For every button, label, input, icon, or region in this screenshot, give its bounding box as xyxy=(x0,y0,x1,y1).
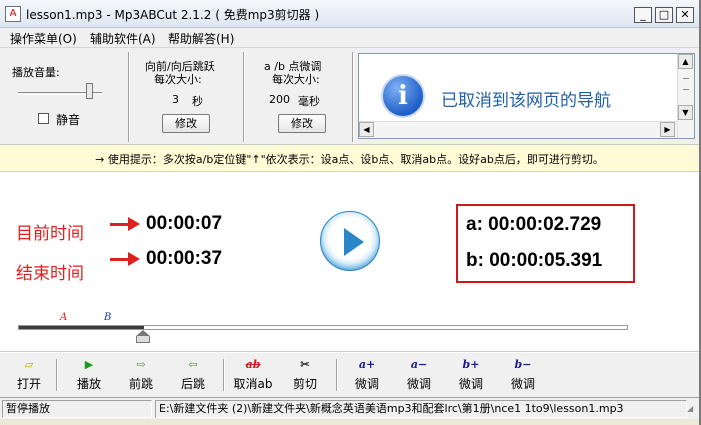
current-time-label: 目前时间 xyxy=(16,224,84,244)
current-time: 00:00:07 xyxy=(146,213,223,234)
file-path: E:\新建文件夹 (2)\新建文件夹\新概念英语美语mp3和配套lrc\第1册\… xyxy=(155,400,687,418)
b-marker: B xyxy=(104,312,112,323)
open-button[interactable]: ▱ 打开 xyxy=(6,357,52,395)
title-bar[interactable]: A lesson1.mp3 - Mp3ABCut 2.1.2 ( 免费mp3剪切… xyxy=(0,0,699,28)
mute-label: 静音 xyxy=(56,113,81,127)
tip-bar: → 使用提示：多次按a/b定位键"↑"依次表示：设a点、设b点、取消ab点。设好… xyxy=(0,145,699,172)
b-minus-button[interactable]: b− 微调 xyxy=(500,357,546,395)
played-progress xyxy=(19,326,144,329)
arrow-icon xyxy=(110,223,130,226)
ab-points-box: a: 00:00:02.729 b: 00:00:05.391 xyxy=(456,204,635,283)
navigation-cancelled-message: 已取消到该网页的导航 xyxy=(441,91,611,111)
forward-button[interactable]: ⇨ 前跳 xyxy=(118,357,164,395)
divider xyxy=(352,52,354,142)
maximize-button[interactable]: □ xyxy=(655,7,673,23)
fine-unit: 毫秒 xyxy=(298,95,320,108)
b-minus-icon: b− xyxy=(514,358,532,371)
folder-icon: ▱ xyxy=(24,358,34,371)
cut-label: 剪切 xyxy=(292,377,317,391)
scroll-left-icon[interactable]: ◀ xyxy=(359,122,374,137)
minimize-button[interactable]: _ xyxy=(634,7,652,23)
a-point-time: a: 00:00:02.729 xyxy=(466,214,602,235)
back-button[interactable]: ⇦ 后跳 xyxy=(170,357,216,395)
usage-tip: → 使用提示：多次按a/b定位键"↑"依次表示：设a点、设b点、取消ab点。设好… xyxy=(95,153,604,166)
cancel-ab-button[interactable]: ab 取消ab xyxy=(230,357,276,395)
play-label: 播放 xyxy=(76,377,101,391)
fine-subtitle: 每次大小: xyxy=(272,73,320,86)
app-icon[interactable]: A xyxy=(5,6,21,22)
a-minus-button[interactable]: a− 微调 xyxy=(396,357,442,395)
info-icon: i xyxy=(381,74,425,118)
horizontal-scrollbar[interactable]: ◀ ▶ xyxy=(359,121,677,138)
divider xyxy=(243,52,245,142)
skip-subtitle: 每次大小: xyxy=(154,73,202,86)
volume-slider-thumb[interactable] xyxy=(86,83,93,99)
cut-button[interactable]: ✂ 剪切 xyxy=(282,357,328,395)
menu-bar: 操作菜单(O) 辅助软件(A) 帮助解答(H) xyxy=(0,28,699,48)
a-marker: A xyxy=(60,312,68,323)
cancel-ab-icon: ab xyxy=(245,358,261,371)
toolbar: ▱ 打开 ▶ 播放 ⇨ 前跳 ⇦ 后跳 ab 取消ab ✂ 剪切 a+ 微调 a… xyxy=(0,352,699,397)
play-button[interactable] xyxy=(320,211,380,271)
open-label: 打开 xyxy=(16,377,41,391)
forward-arrow-icon: ⇨ xyxy=(136,358,146,371)
a-plus-icon: a+ xyxy=(358,358,376,371)
menu-operations[interactable]: 操作菜单(O) xyxy=(10,30,77,47)
a-plus-label: 微调 xyxy=(354,377,379,391)
status-bar: 暂停播放 E:\新建文件夹 (2)\新建文件夹\新概念英语美语mp3和配套lrc… xyxy=(0,397,699,419)
fine-value: 200 xyxy=(269,93,290,106)
b-plus-button[interactable]: b+ 微调 xyxy=(448,357,494,395)
b-plus-label: 微调 xyxy=(458,377,483,391)
resize-grip-icon[interactable]: ◢ xyxy=(687,404,697,414)
a-minus-label: 微调 xyxy=(406,377,431,391)
menu-help[interactable]: 帮助解答(H) xyxy=(168,30,234,47)
control-panel: 播放音量: 静音 向前/向后跳跃 每次大小: 3 秒 修改 a /b 点微调 每… xyxy=(0,48,699,145)
playback-display: 目前时间 00:00:07 结束时间 00:00:37 a: 00:00:02.… xyxy=(0,172,699,312)
position-track[interactable] xyxy=(18,325,628,330)
app-window: A lesson1.mp3 - Mp3ABCut 2.1.2 ( 免费mp3剪切… xyxy=(0,0,701,425)
menu-tools[interactable]: 辅助软件(A) xyxy=(90,30,156,47)
a-minus-icon: a− xyxy=(410,358,428,371)
forward-label: 前跳 xyxy=(128,377,153,391)
scroll-down-icon[interactable]: ▼ xyxy=(678,105,693,120)
scroll-up-icon[interactable]: ▲ xyxy=(678,54,693,69)
arrow-icon xyxy=(110,258,130,261)
back-label: 后跳 xyxy=(180,377,205,391)
mute-checkbox[interactable] xyxy=(38,113,49,124)
arrow-head-icon xyxy=(128,217,140,231)
b-plus-icon: b+ xyxy=(462,358,480,371)
scroll-grip-icon xyxy=(683,78,689,90)
divider xyxy=(128,52,130,142)
cancel-ab-label: 取消ab xyxy=(233,377,273,391)
close-button[interactable]: ✕ xyxy=(676,7,694,23)
a-plus-button[interactable]: a+ 微调 xyxy=(344,357,390,395)
scissors-icon: ✂ xyxy=(300,358,310,371)
play-icon: ▶ xyxy=(84,358,94,371)
volume-label: 播放音量: xyxy=(12,66,60,79)
back-arrow-icon: ⇦ xyxy=(188,358,198,371)
vertical-scrollbar[interactable]: ▲ ▼ xyxy=(677,54,694,138)
skip-unit: 秒 xyxy=(192,95,203,108)
window-title: lesson1.mp3 - Mp3ABCut 2.1.2 ( 免费mp3剪切器 … xyxy=(26,8,320,22)
end-time-label: 结束时间 xyxy=(16,264,84,284)
play-icon xyxy=(344,228,364,256)
fine-modify-button[interactable]: 修改 xyxy=(278,114,326,133)
arrow-head-icon xyxy=(128,252,140,266)
end-time: 00:00:37 xyxy=(146,248,223,269)
scroll-right-icon[interactable]: ▶ xyxy=(660,122,675,137)
b-point-time: b: 00:00:05.391 xyxy=(466,250,603,271)
skip-value: 3 xyxy=(172,93,179,106)
play-tool-button[interactable]: ▶ 播放 xyxy=(66,357,112,395)
position-slider-thumb[interactable] xyxy=(136,330,150,343)
timeline: A B xyxy=(0,312,699,352)
playback-status: 暂停播放 xyxy=(2,400,152,418)
b-minus-label: 微调 xyxy=(510,377,535,391)
skip-modify-button[interactable]: 修改 xyxy=(162,114,210,133)
embedded-browser[interactable]: i 已取消到该网页的导航 ▲ ▼ ◀ ▶ xyxy=(358,53,695,139)
